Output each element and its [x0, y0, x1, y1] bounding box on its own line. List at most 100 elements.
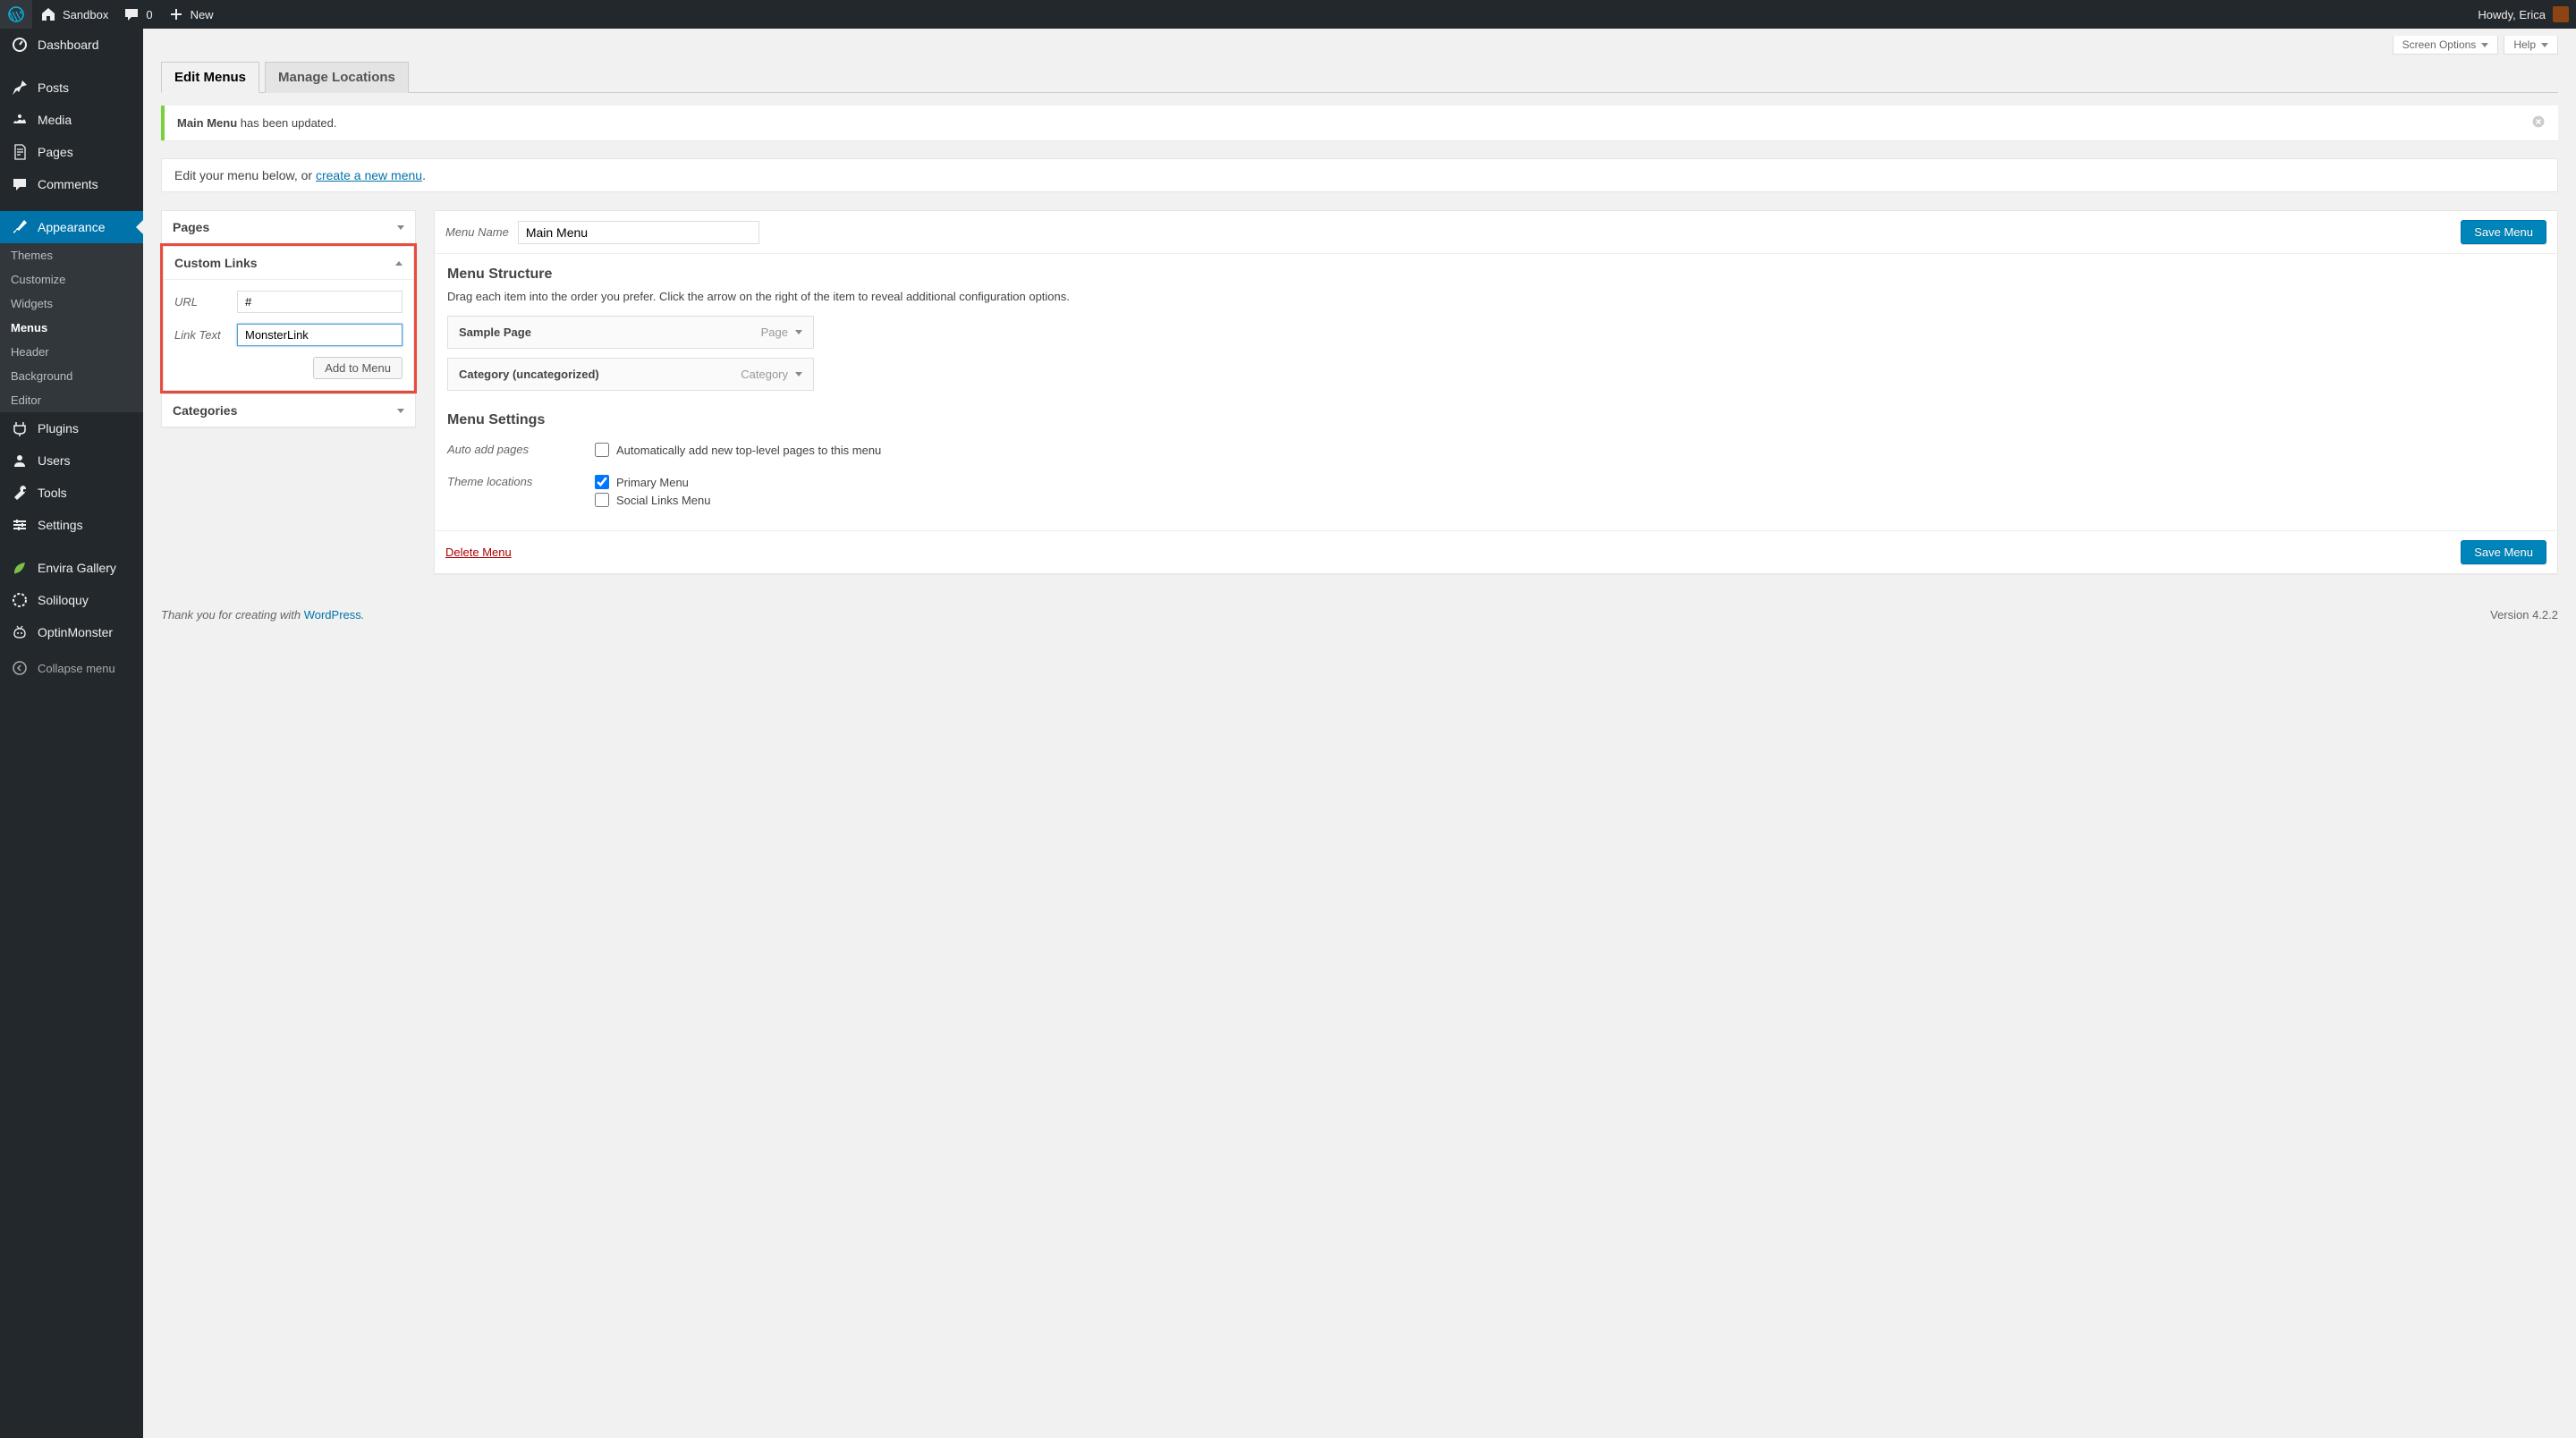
- main-content: Screen Options Help Edit Menus Manage Lo…: [143, 29, 2576, 592]
- notice-strong: Main Menu: [177, 116, 237, 130]
- footer-wordpress-link[interactable]: WordPress: [304, 608, 361, 622]
- sidebar-item-label: Tools: [38, 486, 67, 500]
- postbox-custom-links-header[interactable]: Custom Links: [164, 247, 413, 280]
- tab-manage-locations[interactable]: Manage Locations: [265, 62, 409, 93]
- sidebar-sub-widgets[interactable]: Widgets: [0, 292, 143, 316]
- comment-icon: [123, 5, 140, 23]
- new-content-link[interactable]: New: [160, 0, 221, 29]
- menu-name-input[interactable]: [518, 221, 759, 244]
- screen-options-label: Screen Options: [2402, 38, 2477, 51]
- menu-settings-title: Menu Settings: [447, 412, 2545, 428]
- sidebar-item-users[interactable]: Users: [0, 444, 143, 477]
- sidebar-item-label: Users: [38, 453, 71, 468]
- sidebar-sub-editor[interactable]: Editor: [0, 388, 143, 412]
- menu-item-type: Page: [761, 326, 788, 339]
- sidebar-item-label: Envira Gallery: [38, 561, 116, 575]
- theme-locations-label: Theme locations: [447, 475, 595, 511]
- avatar[interactable]: [2553, 6, 2569, 22]
- notice-dismiss[interactable]: [2531, 114, 2546, 131]
- save-menu-top-button[interactable]: Save Menu: [2461, 220, 2546, 244]
- highlight-box: Custom Links URL Link Text A: [160, 243, 417, 393]
- plugin-icon: [11, 419, 29, 437]
- screen-options-button[interactable]: Screen Options: [2393, 36, 2499, 55]
- user-icon: [11, 452, 29, 469]
- intro-after: .: [422, 168, 426, 182]
- delete-menu-link[interactable]: Delete Menu: [445, 546, 512, 559]
- auto-add-label: Auto add pages: [447, 443, 595, 461]
- wp-logo[interactable]: [0, 0, 32, 29]
- sidebar-item-label: Soliloquy: [38, 593, 89, 607]
- chevron-down-icon[interactable]: [795, 372, 802, 376]
- auto-add-checkbox[interactable]: [595, 443, 609, 457]
- sidebar-item-envira[interactable]: Envira Gallery: [0, 552, 143, 584]
- brush-icon: [11, 218, 29, 236]
- sidebar-submenu-appearance: Themes Customize Widgets Menus Header Ba…: [0, 243, 143, 412]
- manage-menus-bar: Edit your menu below, or create a new me…: [161, 158, 2558, 192]
- sidebar-sub-customize[interactable]: Customize: [0, 267, 143, 292]
- admin-bar: Sandbox 0 New Howdy, Erica: [0, 0, 2576, 29]
- sidebar-sub-background[interactable]: Background: [0, 364, 143, 388]
- howdy-text[interactable]: Howdy, Erica: [2478, 8, 2546, 21]
- save-menu-bottom-button[interactable]: Save Menu: [2461, 540, 2546, 564]
- sidebar-sub-header[interactable]: Header: [0, 340, 143, 364]
- sidebar-item-dashboard[interactable]: Dashboard: [0, 29, 143, 61]
- sidebar-collapse[interactable]: Collapse menu: [0, 652, 143, 684]
- menu-structure-desc: Drag each item into the order you prefer…: [447, 290, 2545, 303]
- sidebar-sub-themes[interactable]: Themes: [0, 243, 143, 267]
- sidebar-item-settings[interactable]: Settings: [0, 509, 143, 541]
- url-input[interactable]: [237, 291, 402, 313]
- add-to-menu-button[interactable]: Add to Menu: [313, 357, 402, 379]
- home-icon: [39, 5, 57, 23]
- help-label: Help: [2513, 38, 2536, 51]
- sidebar-item-label: Posts: [38, 80, 69, 95]
- sidebar-item-comments[interactable]: Comments: [0, 168, 143, 200]
- sidebar-item-label: OptinMonster: [38, 625, 113, 639]
- site-name: Sandbox: [63, 8, 108, 21]
- menu-structure-item[interactable]: Category (uncategorized) Category: [447, 358, 814, 391]
- sidebar-item-media[interactable]: Media: [0, 104, 143, 136]
- sidebar-item-appearance[interactable]: Appearance: [0, 211, 143, 243]
- collapse-icon: [11, 659, 29, 677]
- help-button[interactable]: Help: [2504, 36, 2558, 55]
- sidebar-item-plugins[interactable]: Plugins: [0, 412, 143, 444]
- footer-version: Version 4.2.2: [2490, 608, 2558, 622]
- postbox-pages: Pages: [161, 210, 416, 244]
- postbox-categories-header[interactable]: Categories: [162, 394, 415, 427]
- wrench-icon: [11, 484, 29, 502]
- site-name-link[interactable]: Sandbox: [32, 0, 115, 29]
- media-icon: [11, 111, 29, 129]
- sidebar-item-posts[interactable]: Posts: [0, 72, 143, 104]
- footer-thanks-after: .: [361, 608, 365, 622]
- sidebar-item-tools[interactable]: Tools: [0, 477, 143, 509]
- menu-structure-item[interactable]: Sample Page Page: [447, 316, 814, 349]
- sidebar-item-soliloquy[interactable]: Soliloquy: [0, 584, 143, 616]
- location-primary-checkbox[interactable]: [595, 475, 609, 489]
- postbox-pages-header[interactable]: Pages: [162, 211, 415, 243]
- optinmonster-icon: [11, 623, 29, 641]
- menu-item-type: Category: [741, 368, 788, 381]
- chevron-down-icon: [397, 225, 404, 230]
- comment-icon: [11, 175, 29, 193]
- tab-edit-menus[interactable]: Edit Menus: [161, 62, 259, 93]
- sidebar-item-label: Dashboard: [38, 38, 99, 52]
- sidebar-sub-menus[interactable]: Menus: [0, 316, 143, 340]
- postbox-custom-links: Custom Links URL Link Text A: [163, 246, 414, 391]
- link-text-input[interactable]: [237, 324, 402, 346]
- chevron-up-icon: [395, 261, 402, 266]
- nav-tabs: Edit Menus Manage Locations: [161, 62, 2558, 93]
- location-social-checkbox[interactable]: [595, 493, 609, 507]
- admin-footer: Thank you for creating with WordPress. V…: [143, 592, 2576, 638]
- menu-structure-title: Menu Structure: [447, 266, 2545, 283]
- close-icon: [2531, 114, 2546, 129]
- pages-icon: [11, 143, 29, 161]
- comments-link[interactable]: 0: [115, 0, 159, 29]
- settings-icon: [11, 516, 29, 534]
- chevron-down-icon[interactable]: [795, 330, 802, 334]
- url-label: URL: [174, 295, 237, 309]
- link-text-label: Link Text: [174, 328, 237, 342]
- create-menu-link[interactable]: create a new menu: [316, 168, 422, 182]
- sidebar-item-optinmonster[interactable]: OptinMonster: [0, 616, 143, 648]
- chevron-down-icon: [2481, 43, 2488, 47]
- sidebar-item-pages[interactable]: Pages: [0, 136, 143, 168]
- chevron-down-icon: [397, 409, 404, 413]
